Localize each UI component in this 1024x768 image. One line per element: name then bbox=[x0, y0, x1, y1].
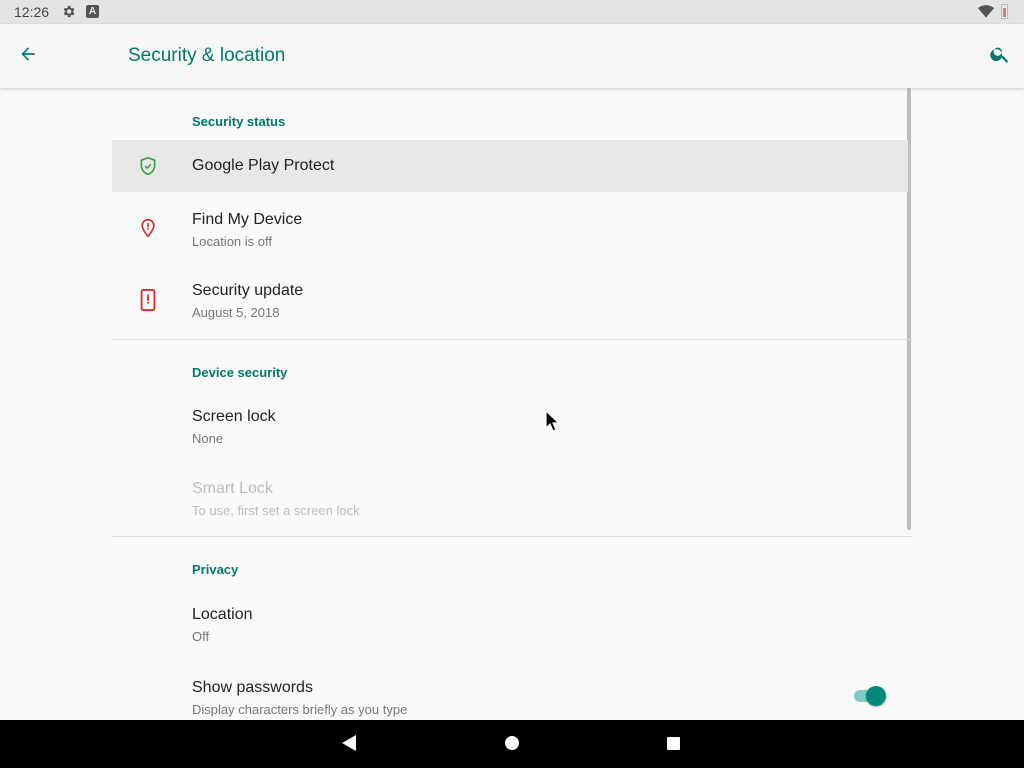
battery-icon bbox=[1001, 4, 1008, 19]
pref-summary: Display characters briefly as you type bbox=[192, 702, 408, 717]
page-title: Security & location bbox=[128, 45, 286, 66]
pref-show-passwords[interactable]: Show passwords Display characters briefl… bbox=[112, 660, 908, 720]
pref-location[interactable]: Location Off bbox=[112, 588, 908, 660]
divider bbox=[112, 536, 912, 537]
search-icon bbox=[989, 43, 1011, 70]
pref-find-my-device[interactable]: Find My Device Location is off bbox=[112, 192, 908, 264]
pref-security-update[interactable]: Security update August 5, 2018 bbox=[112, 264, 908, 338]
pref-title: Google Play Protect bbox=[192, 157, 335, 174]
pref-title: Show passwords bbox=[192, 679, 313, 696]
settings-list[interactable]: Security status Google Play Protect Find… bbox=[0, 88, 1024, 720]
pref-title: Security update bbox=[192, 282, 304, 299]
pref-summary: Location is off bbox=[192, 234, 272, 249]
status-bar: 12:26 A bbox=[0, 0, 1024, 24]
pref-summary: August 5, 2018 bbox=[192, 305, 280, 320]
pref-smart-lock: Smart Lock To use, first set a screen lo… bbox=[112, 462, 908, 536]
pref-summary: Off bbox=[192, 629, 210, 644]
phone-alert-icon bbox=[136, 288, 160, 312]
pref-title: Find My Device bbox=[192, 211, 303, 228]
pref-google-play-protect[interactable]: Google Play Protect bbox=[112, 140, 908, 192]
section-header-device-security: Device security bbox=[192, 365, 288, 380]
pref-title: Location bbox=[192, 606, 253, 623]
home-circle-icon[interactable] bbox=[505, 736, 519, 750]
status-time: 12:26 bbox=[14, 4, 50, 20]
divider bbox=[112, 339, 912, 340]
pref-title: Smart Lock bbox=[192, 480, 273, 497]
settings-icon bbox=[61, 4, 76, 24]
wifi-icon bbox=[978, 5, 994, 23]
toggle-thumb bbox=[866, 686, 886, 706]
pref-title: Screen lock bbox=[192, 408, 276, 425]
pref-summary: To use, first set a screen lock bbox=[192, 503, 360, 518]
search-button[interactable] bbox=[984, 40, 1016, 72]
shield-check-icon bbox=[136, 154, 160, 178]
navigation-bar bbox=[0, 720, 1024, 768]
recents-square-icon[interactable] bbox=[667, 737, 680, 750]
back-triangle-icon[interactable] bbox=[341, 734, 357, 757]
app-bar: Security & location bbox=[0, 24, 1024, 88]
arrow-back-icon bbox=[18, 44, 38, 69]
pref-screen-lock[interactable]: Screen lock None bbox=[112, 390, 908, 462]
section-header-security-status: Security status bbox=[192, 114, 286, 129]
mouse-cursor-icon bbox=[545, 409, 560, 437]
a-notification-icon: A bbox=[86, 5, 99, 18]
show-passwords-toggle[interactable] bbox=[852, 685, 888, 707]
pref-summary: None bbox=[192, 431, 224, 446]
section-header-privacy: Privacy bbox=[192, 562, 239, 577]
location-alert-icon bbox=[136, 216, 160, 240]
back-button[interactable] bbox=[12, 40, 44, 72]
